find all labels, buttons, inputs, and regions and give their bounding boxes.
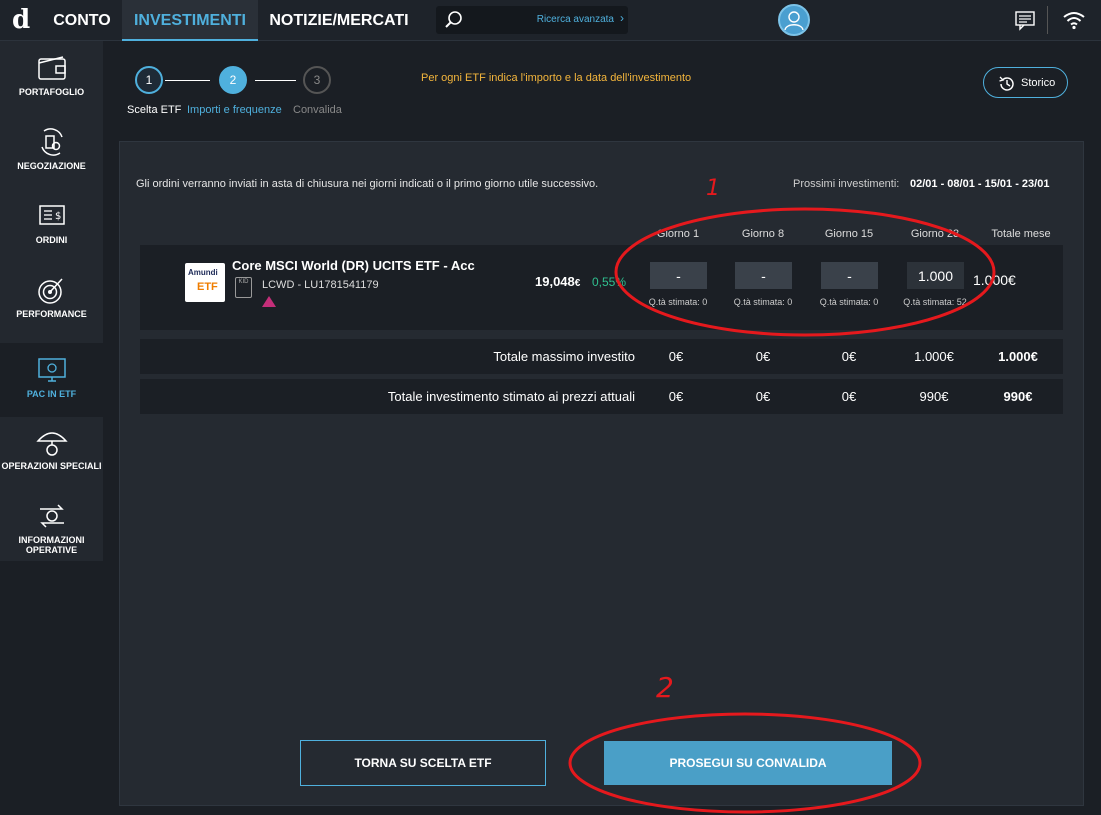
advanced-search-link[interactable]: Ricerca avanzata [537,14,614,25]
exchange-icon [39,504,64,528]
back-to-etf-button[interactable]: TORNA SU SCELTA ETF [300,740,546,786]
sidebar-item-label: PAC IN ETF [26,389,77,399]
step-1[interactable]: 1 [135,66,163,94]
estimated-qty: Q.tà stimata: 52 [903,297,967,307]
top-bar: d CONTO INVESTIMENTI NOTIZIE/MERCATI Ric… [0,0,1101,41]
sidebar-item-label: ORDINI [35,235,68,245]
total-value: 990€ [1003,389,1033,404]
tab-notizie-mercati[interactable]: NOTIZIE/MERCATI [258,0,420,41]
estimated-qty: Q.tà stimata: 0 [733,297,793,307]
kid-document-icon[interactable]: KID [235,277,252,298]
total-value: 0€ [755,389,771,404]
sidebar-item-ordini[interactable]: $ ORDINI [0,189,103,263]
logo-text: Amundi [188,268,218,277]
total-value: 0€ [841,349,857,364]
info-text: Gli ordini verranno inviati in asta di c… [136,178,599,190]
risk-triangle-icon [262,296,276,307]
total-estimated-row: Totale investimento stimato ai prezzi at… [140,379,1063,414]
column-header-giorno-1: Giorno 1 [656,228,700,240]
sidebar: PORTAFOGLIO NEGOZIAZIONE $ ORDINI PERFOR… [0,41,103,561]
column-header-giorno-15: Giorno 15 [824,228,874,240]
user-avatar[interactable] [778,4,810,36]
logo-text: ETF [197,281,218,293]
column-header-totale-mese: Totale mese [991,228,1051,240]
total-value: 990€ [919,389,949,404]
pac-panel: Gli ordini verranno inviati in asta di c… [119,141,1084,806]
total-value: 0€ [841,389,857,404]
amount-input-giorno-1[interactable] [650,262,707,289]
step-connector [165,80,210,81]
sidebar-item-informazioni-operative[interactable]: INFORMAZIONI OPERATIVE [0,489,103,563]
total-value: 0€ [755,349,771,364]
total-max-row: Totale massimo investito 0€ 0€ 0€ 1.000€… [140,339,1063,374]
amount-input-giorno-15[interactable] [821,262,878,289]
svg-text:$: $ [55,211,61,222]
column-header-giorno-8: Giorno 8 [741,228,785,240]
estimated-qty: Q.tà stimata: 0 [819,297,879,307]
instruction-text: Per ogni ETF indica l'importo e la data … [421,72,692,84]
monitor-icon [37,358,66,382]
amount-input-giorno-8[interactable] [735,262,792,289]
total-max-label: Totale massimo investito [493,349,635,364]
column-header-giorno-23: Giorno 23 [910,228,960,240]
divider [1047,6,1048,34]
umbrella-icon [35,432,68,456]
target-icon [37,278,63,304]
tab-investimenti[interactable]: INVESTIMENTI [122,0,258,41]
sidebar-item-label: PERFORMANCE [16,309,87,319]
etf-name[interactable]: Core MSCI World (DR) UCITS ETF - Acc [232,258,475,273]
sidebar-item-label: INFORMAZIONI OPERATIVE [18,535,85,555]
etf-code: LCWD - LU1781541179 [262,279,379,291]
chevron-right-icon: › [620,11,624,25]
total-estimated-label: Totale investimento stimato ai prezzi at… [387,389,635,404]
messages-icon[interactable] [1014,9,1036,31]
total-value: 0€ [668,389,684,404]
sidebar-item-performance[interactable]: PERFORMANCE [0,263,103,337]
sidebar-item-operazioni-speciali[interactable]: OPERAZIONI SPECIALI [0,415,103,489]
total-value: 1.000€ [998,349,1038,364]
main-content: 1 2 3 Scelta ETF Importi e frequenze Con… [103,41,1101,815]
amount-input-giorno-23[interactable] [907,262,964,289]
history-button[interactable]: Storico [983,67,1068,98]
user-icon [784,11,804,31]
app-logo[interactable]: d [12,5,30,35]
step-connector [255,80,296,81]
total-value: 0€ [668,349,684,364]
proceed-to-validation-button[interactable]: PROSEGUI SU CONVALIDA [604,741,892,785]
wifi-icon [1063,12,1085,30]
amundi-etf-logo: Amundi ETF [185,263,225,302]
history-button-label: Storico [1021,77,1056,89]
wallet-icon [37,56,66,80]
search-bar[interactable]: Ricerca avanzata › [436,6,628,34]
sidebar-item-label: PORTAFOGLIO [18,87,85,97]
orders-icon: $ [38,205,65,225]
sidebar-item-negoziazione[interactable]: NEGOZIAZIONE [0,115,103,189]
etf-change: 0,55% [592,275,627,289]
sidebar-item-label: OPERAZIONI SPECIALI [1,461,102,471]
estimated-qty: Q.tà stimata: 0 [648,297,708,307]
step-label-scelta-etf[interactable]: Scelta ETF [127,104,181,116]
tab-conto[interactable]: CONTO [42,0,122,41]
history-icon [999,76,1014,91]
step-3: 3 [303,66,331,94]
etf-price: 19,048€ [535,274,581,289]
sidebar-item-pac-in-etf[interactable]: PAC IN ETF [0,343,103,417]
month-total: 1.000€ [973,272,1016,288]
next-investments-label: Prossimi investimenti: [793,178,900,190]
trade-icon [40,128,63,156]
step-label-convalida: Convalida [293,104,342,116]
step-2[interactable]: 2 [219,66,247,94]
search-icon [445,11,462,28]
sidebar-item-portafoglio[interactable]: PORTAFOGLIO [0,41,103,115]
etf-row: Amundi ETF Core MSCI World (DR) UCITS ET… [140,245,1063,330]
total-value: 1.000€ [914,349,954,364]
step-label-importi: Importi e frequenze [187,104,282,116]
sidebar-item-label: NEGOZIAZIONE [17,161,86,171]
next-investments-dates: 02/01 - 08/01 - 15/01 - 23/01 [910,178,1050,190]
